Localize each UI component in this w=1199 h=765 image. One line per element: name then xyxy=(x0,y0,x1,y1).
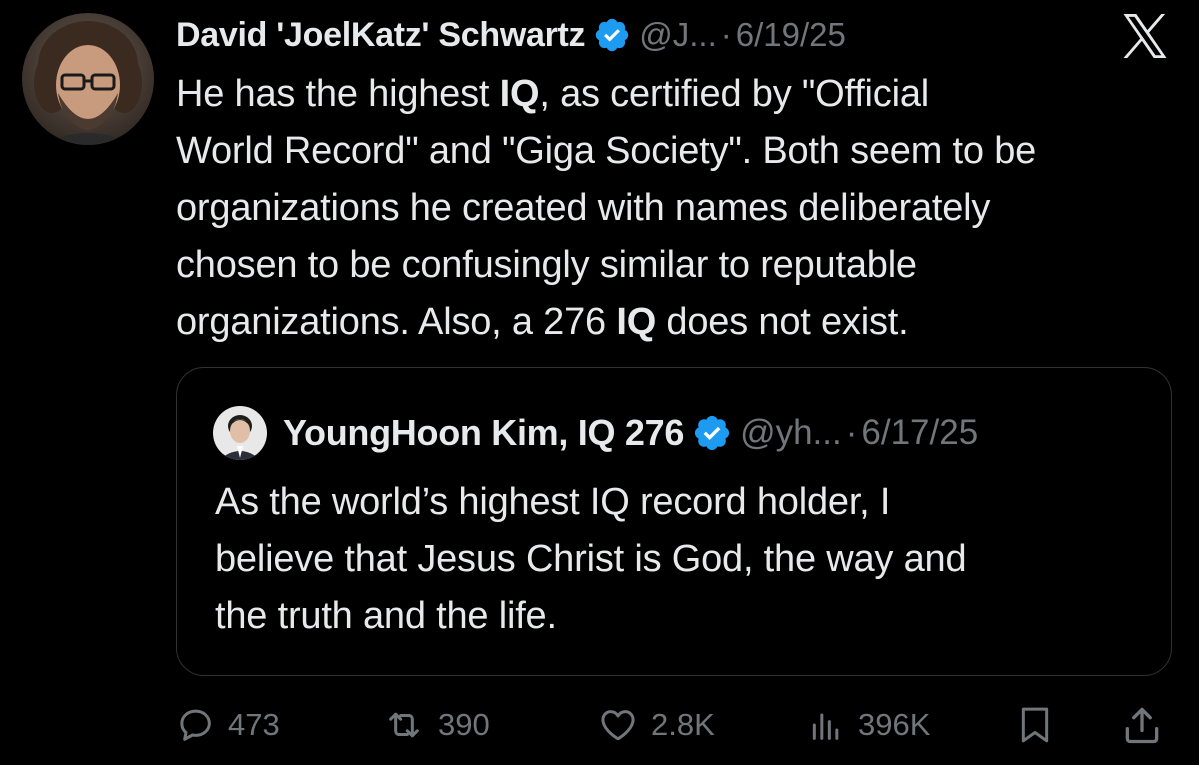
quoted-author-handle[interactable]: @yh... xyxy=(740,413,842,453)
retweet-count: 390 xyxy=(438,707,490,742)
reply-button[interactable]: 473 xyxy=(176,700,280,750)
tweet-text: He has the highest IQ, as certified by "… xyxy=(176,66,1176,351)
author-display-name[interactable]: David 'JoelKatz' Schwartz xyxy=(176,16,586,55)
views-icon xyxy=(806,705,846,745)
quoted-tweet-card[interactable]: YoungHoon Kim, IQ 276 @yh... · 6/17/25 A… xyxy=(176,367,1172,676)
author-handle[interactable]: @J... xyxy=(639,16,717,54)
quoted-tweet-text: As the world’s highest IQ record holder,… xyxy=(215,481,967,637)
like-count: 2.8K xyxy=(651,707,715,742)
author-avatar[interactable] xyxy=(22,13,154,145)
verified-badge-icon[interactable] xyxy=(692,413,732,453)
like-icon xyxy=(597,705,639,745)
tweet-text-segment-bold: IQ xyxy=(499,73,540,115)
bookmark-icon xyxy=(1015,703,1055,747)
reply-count: 473 xyxy=(228,707,280,742)
tweet-text-segment: He has the highest xyxy=(176,73,500,115)
retweet-button[interactable]: 390 xyxy=(382,700,490,750)
action-bar: 473 390 2.8K 396K xyxy=(0,700,1199,750)
x-logo-icon xyxy=(1120,14,1170,58)
header-separator: · xyxy=(720,16,732,53)
tweet-text-segment: does not exist. xyxy=(656,301,909,343)
tweet-header: David 'JoelKatz' Schwartz @J... · 6/19/2… xyxy=(176,12,846,58)
share-button[interactable] xyxy=(1120,700,1164,750)
reply-icon xyxy=(176,705,216,745)
views-count: 396K xyxy=(858,707,931,742)
like-button[interactable]: 2.8K xyxy=(597,700,715,750)
bookmark-button[interactable] xyxy=(1015,700,1055,750)
views-button[interactable]: 396K xyxy=(806,700,930,750)
retweet-icon xyxy=(382,705,426,745)
quoted-tweet-header: YoungHoon Kim, IQ 276 @yh... · 6/17/25 xyxy=(283,408,978,458)
quoted-author-display-name[interactable]: YoungHoon Kim, IQ 276 xyxy=(283,412,684,454)
quoted-author-avatar[interactable] xyxy=(213,406,267,460)
tweet-date[interactable]: 6/19/25 xyxy=(736,16,846,54)
share-icon xyxy=(1120,703,1164,747)
quoted-tweet-date[interactable]: 6/17/25 xyxy=(861,413,978,453)
verified-badge-icon[interactable] xyxy=(593,16,631,54)
tweet[interactable]: David 'JoelKatz' Schwartz @J... · 6/19/2… xyxy=(0,0,1199,765)
quoted-header-separator: · xyxy=(845,413,858,452)
tweet-text-segment-bold: IQ xyxy=(616,301,657,343)
